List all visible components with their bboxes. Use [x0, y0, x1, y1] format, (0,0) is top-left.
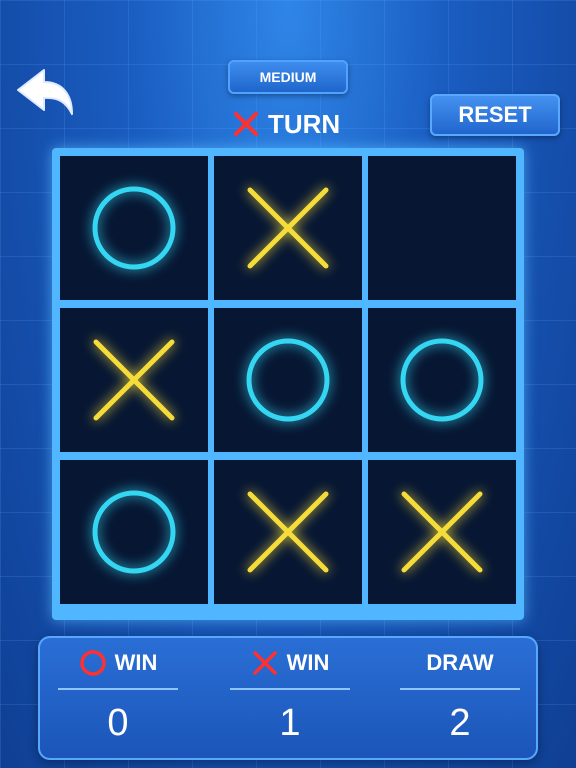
x-mark-icon: [234, 112, 258, 136]
o-mark: [92, 490, 176, 574]
game-board: [52, 148, 524, 620]
board-cell-3-2[interactable]: [214, 460, 362, 604]
back-arrow-icon[interactable]: [14, 66, 78, 118]
x-mark: [247, 491, 329, 573]
draw-count: 2: [449, 702, 471, 744]
divider: [230, 688, 350, 690]
divider: [58, 688, 178, 690]
score-panel: WIN 0 WIN 1 DRAW 2: [38, 636, 538, 760]
difficulty-label: MEDIUM: [259, 69, 317, 85]
x-mark: [401, 491, 483, 573]
reset-label: RESET: [458, 102, 532, 127]
board-cell-2-2[interactable]: [214, 308, 362, 452]
x-win-count: 1: [279, 702, 301, 744]
o-mark: [246, 338, 330, 422]
difficulty-button[interactable]: MEDIUM: [228, 60, 348, 94]
turn-indicator: TURN: [232, 106, 340, 142]
board-cell-2-1[interactable]: [60, 308, 208, 452]
o-win-score: WIN 0: [58, 636, 178, 760]
x-mark-icon: [252, 651, 277, 675]
draw-label: DRAW: [426, 650, 494, 675]
x-mark: [93, 339, 175, 421]
o-mark: [400, 338, 484, 422]
divider: [400, 688, 520, 690]
o-win-count: 0: [107, 702, 129, 744]
draw-score: DRAW 2: [400, 636, 520, 760]
board-cell-2-3[interactable]: [368, 308, 516, 452]
x-win-score: WIN 1: [230, 636, 350, 760]
board-cell-1-3[interactable]: [368, 156, 516, 300]
x-mark: [247, 187, 329, 269]
o-win-label: WIN: [114, 650, 158, 675]
x-win-label: WIN: [286, 650, 330, 675]
turn-label: TURN: [268, 108, 341, 139]
board-cell-3-3[interactable]: [368, 460, 516, 604]
o-mark: [92, 186, 176, 270]
board-cell-3-1[interactable]: [60, 460, 208, 604]
board-cell-1-1[interactable]: [60, 156, 208, 300]
reset-button[interactable]: RESET: [430, 94, 560, 136]
o-mark-icon: [79, 650, 106, 676]
board-cell-1-2[interactable]: [214, 156, 362, 300]
